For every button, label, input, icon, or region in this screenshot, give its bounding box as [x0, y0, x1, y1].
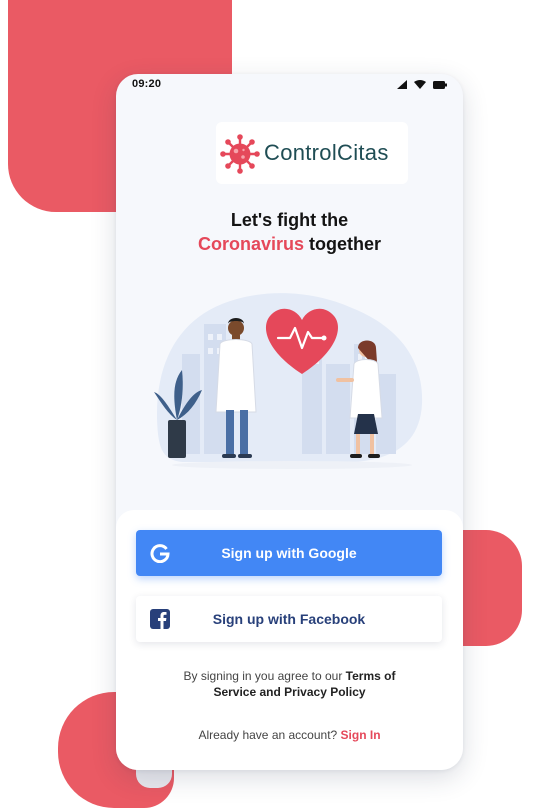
brand-name: ControlCitas	[264, 140, 389, 165]
status-time: 09:20	[132, 78, 162, 90]
headline-line2: Coronavirus together	[116, 232, 463, 256]
headline-line1: Let's fight the	[230, 210, 349, 230]
facebook-icon	[150, 609, 170, 629]
phone-screen: 09:20 ControlCitas Let's fight the Coron…	[116, 74, 463, 770]
status-icons	[397, 80, 447, 89]
terms-link[interactable]: Terms of	[346, 669, 396, 683]
headline-rest: together	[309, 234, 382, 254]
google-signup-button[interactable]: Sign up with Google	[136, 530, 442, 576]
signin-link[interactable]: Sign In	[341, 728, 381, 742]
page-title: Let's fight the Coronavirus together	[116, 208, 463, 256]
brand-logo: ControlCitas	[216, 122, 408, 184]
battery-icon	[433, 80, 447, 89]
status-bar: 09:20	[116, 74, 463, 100]
service-link[interactable]: Service	[213, 685, 256, 699]
terms-notice: By signing in you agree to our Terms of …	[116, 668, 463, 700]
terms-prefix: By signing in you agree to our	[183, 669, 343, 683]
terms-and: and	[259, 685, 281, 699]
facebook-signup-label: Sign up with Facebook	[212, 611, 366, 627]
google-signup-label: Sign up with Google	[221, 545, 357, 561]
signal-icon	[397, 80, 407, 89]
signin-prompt-text: Already have an account?	[198, 728, 338, 742]
headline-highlight: Coronavirus	[197, 234, 304, 254]
auth-panel: Sign up with Google Sign up with Faceboo…	[116, 510, 463, 770]
google-icon	[150, 544, 170, 563]
privacy-policy-link[interactable]: Privacy Policy	[284, 685, 365, 699]
facebook-signup-button[interactable]: Sign up with Facebook	[136, 596, 442, 642]
doctors-heart-illustration	[154, 293, 423, 469]
wifi-icon	[414, 80, 426, 89]
signin-prompt: Already have an account? Sign In	[116, 728, 463, 742]
virus-icon	[220, 134, 260, 174]
